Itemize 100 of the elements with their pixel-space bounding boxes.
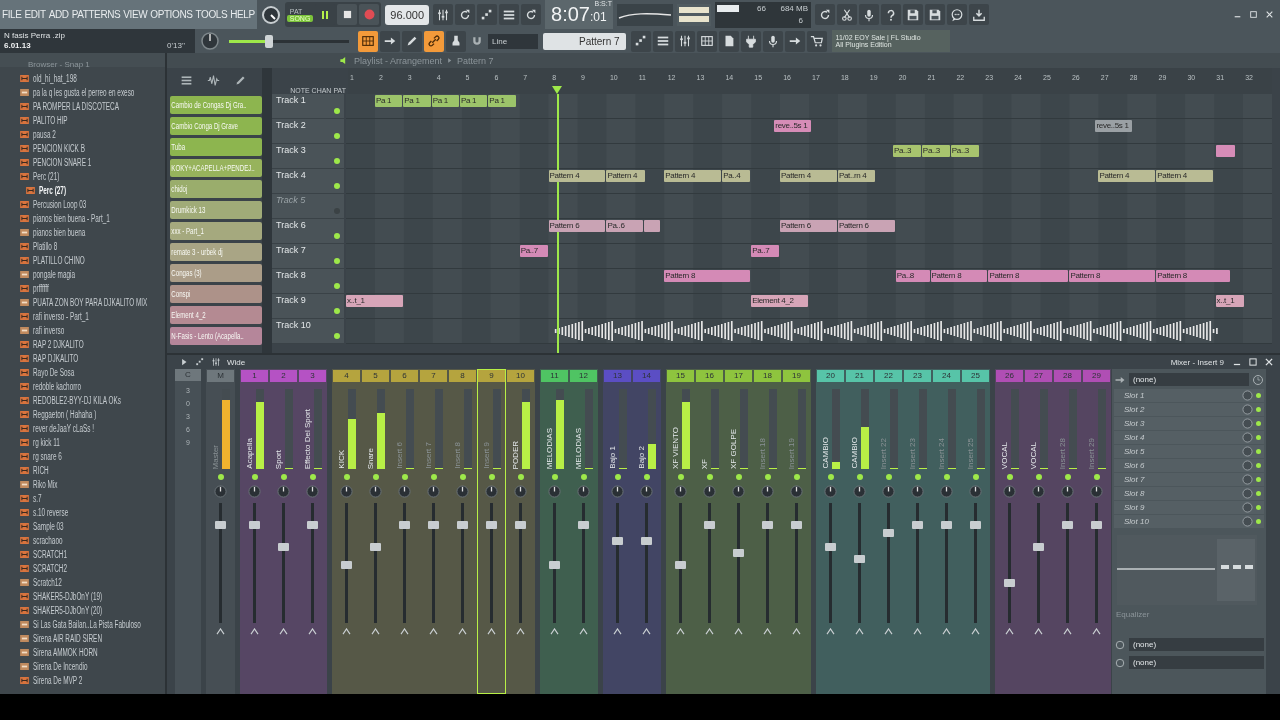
fader-thumb[interactable]	[486, 521, 497, 530]
mixer-strip[interactable]: 5 Snare	[361, 369, 390, 694]
mix-knob[interactable]	[1242, 474, 1253, 485]
pan-knob[interactable]	[577, 485, 590, 498]
browser-item[interactable]: Reggaeton ( Hahaha )	[20, 407, 165, 421]
toolbar-button[interactable]	[652, 30, 673, 52]
effect-slot[interactable]: Slot 3	[1114, 417, 1264, 430]
tool-button[interactable]	[380, 30, 400, 52]
slot-led[interactable]	[1256, 491, 1261, 496]
browser-item[interactable]: pianos bien buena - Part_1	[20, 211, 165, 225]
pattern-clip[interactable]: Pa 1	[431, 95, 459, 107]
toolbar-button[interactable]	[947, 4, 967, 25]
enable-led[interactable]	[217, 474, 224, 480]
mixer-mode[interactable]: Wide	[227, 357, 246, 367]
pattern-clip[interactable]: Element 4_2	[751, 295, 808, 307]
tool-button[interactable]	[446, 30, 466, 52]
slot-led[interactable]	[1256, 407, 1261, 412]
scrollbar[interactable]	[262, 68, 272, 353]
slot-led[interactable]	[1256, 449, 1261, 454]
fader-thumb[interactable]	[307, 521, 318, 530]
track-lane[interactable]: Pa..7 Pa..7	[346, 244, 1272, 269]
pan-knob[interactable]	[248, 485, 261, 498]
effect-slot[interactable]: Slot 9	[1114, 501, 1264, 514]
track-header[interactable]: Track 7	[272, 244, 344, 269]
maximize-button[interactable]	[1246, 355, 1260, 369]
pattern-clip[interactable]: Pattern 4	[1156, 170, 1214, 182]
browser-item[interactable]: pa la q les gusta el perreo en exeso	[20, 85, 165, 99]
pan-knob[interactable]	[969, 485, 982, 498]
track-header[interactable]: Track 3	[272, 144, 344, 169]
enable-led[interactable]	[280, 474, 287, 480]
browser-item[interactable]: Rayo De Sosa	[20, 365, 165, 379]
track-toggle[interactable]	[334, 333, 340, 339]
pan-knob[interactable]	[1090, 485, 1103, 498]
browser-item[interactable]: pongale magia	[20, 267, 165, 281]
fader-thumb[interactable]	[762, 521, 773, 530]
browser-item[interactable]: Sirena De MVP 2	[20, 673, 165, 687]
fader-thumb[interactable]	[854, 555, 865, 563]
output-dropdown[interactable]: (none)	[1129, 656, 1264, 669]
pattern-clip[interactable]: Pattern 8	[664, 270, 751, 282]
fader-thumb[interactable]	[912, 521, 923, 530]
toolbar-button[interactable]	[815, 4, 835, 25]
enable-led[interactable]	[677, 474, 684, 480]
toolbar-button[interactable]	[433, 4, 453, 25]
pattern-clip[interactable]: Pa..8	[895, 270, 930, 282]
effect-slot[interactable]: Slot 1	[1114, 389, 1264, 402]
pan-knob[interactable]	[732, 485, 745, 498]
enable-led[interactable]	[793, 474, 800, 480]
tool-button[interactable]	[402, 30, 422, 52]
browser-item[interactable]: redoble kachorro	[20, 379, 165, 393]
slot-led[interactable]	[1256, 477, 1261, 482]
mixer-strip[interactable]: 8 Insert 8	[448, 369, 477, 694]
mixer-strip[interactable]: 17 XF GOLPE	[724, 369, 753, 694]
mixer-strip[interactable]: 19 Insert 19	[782, 369, 811, 694]
pattern-clip[interactable]: Pattern 8	[988, 270, 1069, 282]
fader-thumb[interactable]	[578, 521, 589, 530]
browser-item[interactable]: SCRATCH2	[20, 561, 165, 575]
slot-led[interactable]	[1256, 505, 1261, 510]
menu-item[interactable]: PATTERNS	[71, 9, 121, 20]
toolbar-button[interactable]	[925, 4, 945, 25]
enable-led[interactable]	[827, 474, 834, 480]
pattern-clip[interactable]: x..t_1	[346, 295, 403, 307]
toolbar-button[interactable]	[859, 4, 879, 25]
browser-item[interactable]: s.7	[20, 491, 165, 505]
menu-item[interactable]: ADD	[48, 9, 69, 20]
browser-item[interactable]: Sirena AIR RAID SIREN	[20, 631, 165, 645]
pattern-clip[interactable]: Pa..3	[892, 145, 921, 157]
tool-button[interactable]	[358, 30, 378, 52]
enable-led[interactable]	[914, 474, 921, 480]
track-toggle[interactable]	[334, 133, 340, 139]
toolbar-button[interactable]	[630, 30, 651, 52]
steps-icon[interactable]	[195, 357, 205, 367]
enable-led[interactable]	[551, 474, 558, 480]
curve-icon[interactable]	[234, 74, 247, 87]
menu-item[interactable]: EDIT	[24, 9, 46, 20]
menu-item[interactable]: OPTIONS	[150, 9, 193, 20]
audio-clip[interactable]	[554, 319, 1219, 343]
toolbar-button[interactable]	[696, 30, 717, 52]
browser-item[interactable]: rg snare 6	[20, 449, 165, 463]
pan-knob[interactable]	[340, 485, 353, 498]
snap-dropdown[interactable]: Line	[488, 33, 538, 49]
toolbar-button[interactable]	[969, 4, 989, 25]
pan-knob[interactable]	[911, 485, 924, 498]
enable-led[interactable]	[1093, 474, 1100, 480]
enable-led[interactable]	[251, 474, 258, 480]
pan-knob[interactable]	[485, 485, 498, 498]
knob-icon[interactable]	[200, 31, 220, 51]
track-header[interactable]: Track 10	[272, 319, 344, 344]
enable-led[interactable]	[517, 474, 524, 480]
effect-slot[interactable]: Slot 4	[1114, 431, 1264, 444]
tool-button[interactable]	[424, 30, 444, 52]
mixer-strip[interactable]: 10 PODER	[506, 369, 535, 694]
track-header[interactable]: Track 4	[272, 169, 344, 194]
pan-knob[interactable]	[761, 485, 774, 498]
browser-item[interactable]: PENCION KICK B	[20, 141, 165, 155]
mixer-strip[interactable]: 24 Insert 24	[932, 369, 961, 694]
pattern-clip[interactable]: Pa..6	[606, 220, 644, 232]
pattern-clip[interactable]: Pa 1	[374, 95, 403, 107]
track-lane[interactable]: Pa..3 Pa..3 Pa..3	[346, 144, 1272, 169]
fader-thumb[interactable]	[457, 521, 468, 530]
browser-item[interactable]: rafi inverso - Part_1	[20, 309, 165, 323]
